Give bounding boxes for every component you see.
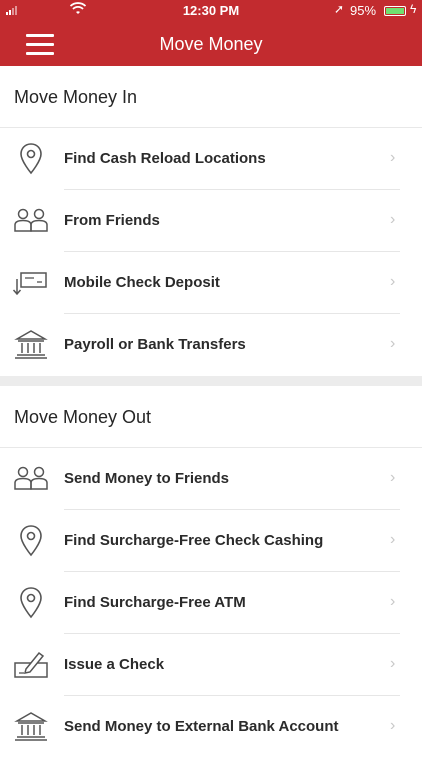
chevron-right-icon: ›	[390, 531, 396, 548]
battery-icon	[384, 6, 406, 16]
status-bar: 12:30 PM ➚ 95% ϟ	[0, 0, 422, 22]
location-pin-icon	[12, 141, 50, 177]
charging-bolt-icon: ϟ	[410, 2, 417, 16]
bank-icon	[12, 709, 50, 745]
list-item-mobile-check-deposit[interactable]: Mobile Check Deposit ›	[0, 252, 422, 314]
bank-icon	[12, 327, 50, 363]
chevron-right-icon: ›	[390, 273, 396, 290]
list-item-label: Find Cash Reload Locations	[64, 150, 266, 167]
chevron-right-icon: ›	[390, 717, 396, 734]
list-item-find-surcharge-free-atm[interactable]: Find Surcharge-Free ATM ›	[0, 572, 422, 634]
people-icon	[12, 461, 50, 497]
list-item-send-money-to-external-bank-account[interactable]: Send Money to External Bank Account ›	[0, 696, 422, 758]
chevron-right-icon: ›	[390, 593, 396, 610]
list-item-from-friends[interactable]: From Friends ›	[0, 190, 422, 252]
list-item-payroll-or-bank-transfers[interactable]: Payroll or Bank Transfers ›	[0, 314, 422, 376]
location-pin-icon	[12, 523, 50, 559]
list-item-send-money-to-friends[interactable]: Send Money to Friends ›	[0, 448, 422, 510]
list-item-label: Find Surcharge-Free ATM	[64, 594, 246, 611]
location-arrow-icon: ➚	[334, 2, 345, 16]
section-separator	[0, 376, 422, 386]
chevron-right-icon: ›	[390, 149, 396, 166]
section-header: Move Money Out	[0, 386, 422, 448]
list-item-label: Send Money to External Bank Account	[64, 718, 339, 735]
people-icon	[12, 203, 50, 239]
list-item-label: Payroll or Bank Transfers	[64, 336, 246, 353]
check-deposit-icon	[12, 265, 50, 301]
chevron-right-icon: ›	[390, 655, 396, 672]
list-item-label: Mobile Check Deposit	[64, 274, 220, 291]
list-item-label: From Friends	[64, 212, 160, 229]
list-item-find-surcharge-free-check-cashing[interactable]: Find Surcharge-Free Check Cashing ›	[0, 510, 422, 572]
chevron-right-icon: ›	[390, 211, 396, 228]
location-pin-icon	[12, 585, 50, 621]
list-item-label: Issue a Check	[64, 656, 165, 673]
list-item-label: Send Money to Friends	[64, 470, 230, 487]
page-title: Move Money	[159, 34, 263, 54]
battery-percent: 95%	[350, 3, 377, 18]
chevron-right-icon: ›	[390, 469, 396, 486]
write-check-icon	[12, 647, 50, 683]
list-item-issue-a-check[interactable]: Issue a Check ›	[0, 634, 422, 696]
section-header: Move Money In	[0, 66, 422, 128]
chevron-right-icon: ›	[390, 335, 396, 352]
list-item-label: Find Surcharge-Free Check Cashing	[64, 532, 324, 549]
nav-bar: Move Money	[0, 22, 422, 66]
list-item-find-cash-reload-locations[interactable]: Find Cash Reload Locations ›	[0, 128, 422, 190]
